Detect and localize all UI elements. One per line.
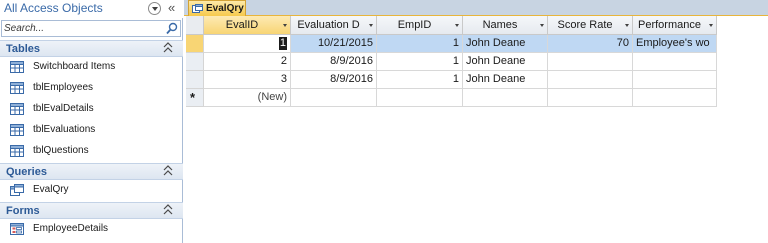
column-header-names[interactable]: Names	[463, 16, 548, 35]
column-header-label: Score Rate	[557, 19, 613, 31]
document-tabstrip: EvalQry	[184, 0, 768, 16]
column-header-label: EmpID	[397, 19, 432, 31]
column-header-label: Evaluation D	[297, 19, 360, 31]
filter-dropdown-icon[interactable]	[709, 24, 713, 27]
cell-names[interactable]: John Deane	[463, 35, 548, 53]
nav-item-evalqry[interactable]: EvalQry	[0, 180, 182, 200]
table-icon	[10, 145, 24, 157]
nav-item-label: tblQuestions	[33, 145, 89, 156]
group-header-forms[interactable]: Forms	[0, 202, 183, 219]
search-input[interactable]	[4, 22, 154, 35]
record-selector[interactable]	[186, 35, 204, 53]
nav-item-label: tblEvalDetails	[33, 103, 94, 114]
cell-score-rate[interactable]: 70	[548, 35, 633, 53]
chevron-up-icon[interactable]	[163, 204, 173, 216]
nav-item-tblevaldetails[interactable]: tblEvalDetails	[0, 99, 182, 119]
column-header-score-rate[interactable]: Score Rate	[548, 16, 633, 35]
cell-empid[interactable]: 1	[377, 53, 463, 71]
cell-score-rate[interactable]	[548, 89, 633, 107]
column-header-evaluation-date[interactable]: Evaluation D	[291, 16, 377, 35]
group-label: Tables	[6, 43, 41, 55]
cell-names[interactable]: John Deane	[463, 53, 548, 71]
cell-score-rate[interactable]	[548, 71, 633, 89]
column-header-empid[interactable]: EmpID	[377, 16, 463, 35]
table-icon	[10, 61, 24, 73]
nav-pane-header[interactable]: All Access Objects «	[0, 0, 183, 18]
nav-item-label: EvalQry	[33, 184, 69, 195]
new-record-icon: *	[190, 90, 196, 105]
cell-empid[interactable]: 1	[377, 71, 463, 89]
nav-item-tblquestions[interactable]: tblQuestions	[0, 141, 182, 161]
cell-evalid[interactable]: 1	[204, 35, 291, 53]
table-icon	[10, 82, 24, 94]
table-icon	[10, 103, 24, 115]
chevron-up-icon[interactable]	[163, 42, 173, 54]
column-header-label: EvalID	[225, 19, 259, 31]
cell-evalid[interactable]: 2	[204, 53, 291, 71]
column-header-label: Performance	[638, 19, 701, 31]
cell-performance[interactable]	[633, 53, 717, 71]
cell-score-rate[interactable]	[548, 53, 633, 71]
record-selector[interactable]	[186, 53, 204, 71]
cell-evaluation-date[interactable]	[291, 89, 377, 107]
cell-performance[interactable]	[633, 71, 717, 89]
cell-performance[interactable]: Employee's wo	[633, 35, 717, 53]
collapse-pane-icon[interactable]: «	[168, 0, 175, 15]
cell-names[interactable]	[463, 89, 548, 107]
cell-names[interactable]: John Deane	[463, 71, 548, 89]
table-icon	[10, 124, 24, 136]
nav-item-label: tblEmployees	[33, 82, 94, 93]
cell-performance[interactable]	[633, 89, 717, 107]
cell-evalid-new[interactable]: (New)	[204, 89, 291, 107]
cell-evalid[interactable]: 3	[204, 71, 291, 89]
cell-value-editing[interactable]: 1	[278, 37, 287, 50]
chevron-up-icon[interactable]	[163, 165, 173, 177]
search-icon[interactable]	[166, 22, 178, 35]
nav-item-tblemployees[interactable]: tblEmployees	[0, 78, 182, 98]
form-icon	[10, 223, 24, 235]
filter-dropdown-icon[interactable]	[540, 24, 544, 27]
record-selector[interactable]: *	[186, 89, 204, 107]
search-box[interactable]	[1, 20, 181, 37]
column-header-performance[interactable]: Performance	[633, 16, 717, 35]
nav-item-label: tblEvaluations	[33, 124, 96, 135]
group-label: Queries	[6, 166, 47, 178]
group-label: Forms	[6, 205, 40, 217]
filter-dropdown-icon[interactable]	[625, 24, 629, 27]
cell-empid[interactable]: 1	[377, 35, 463, 53]
column-header-label: Names	[482, 19, 518, 31]
tab-label: EvalQry	[206, 3, 244, 14]
nav-item-label: EmployeeDetails	[33, 223, 109, 234]
navigation-pane: All Access Objects « Tables Switchboard …	[0, 0, 183, 243]
query-icon	[192, 4, 203, 13]
group-header-queries[interactable]: Queries	[0, 163, 183, 180]
tab-evalqry[interactable]: EvalQry	[188, 0, 246, 16]
nav-item-switchboard-items[interactable]: Switchboard Items	[0, 57, 182, 77]
document-area: EvalQry EvalID Evaluation D EmpID Names	[184, 0, 768, 243]
group-header-tables[interactable]: Tables	[0, 40, 183, 57]
cell-evaluation-date[interactable]: 10/21/2015	[291, 35, 377, 53]
filter-dropdown-icon[interactable]	[369, 24, 373, 27]
nav-item-employeedetails[interactable]: EmployeeDetails	[0, 219, 182, 239]
filter-dropdown-icon[interactable]	[455, 24, 459, 27]
filter-dropdown-icon[interactable]	[283, 24, 287, 27]
nav-item-tblevaluations[interactable]: tblEvaluations	[0, 120, 182, 140]
column-header-evalid[interactable]: EvalID	[204, 16, 291, 35]
cell-evaluation-date[interactable]: 8/9/2016	[291, 53, 377, 71]
nav-dropdown-icon[interactable]	[148, 2, 161, 15]
record-selector[interactable]	[186, 71, 204, 89]
query-icon	[10, 184, 24, 196]
nav-item-label: Switchboard Items	[33, 61, 116, 72]
cell-empid[interactable]	[377, 89, 463, 107]
cell-evaluation-date[interactable]: 8/9/2016	[291, 71, 377, 89]
nav-pane-title[interactable]: All Access Objects	[4, 1, 103, 15]
select-all-button[interactable]	[186, 16, 204, 35]
